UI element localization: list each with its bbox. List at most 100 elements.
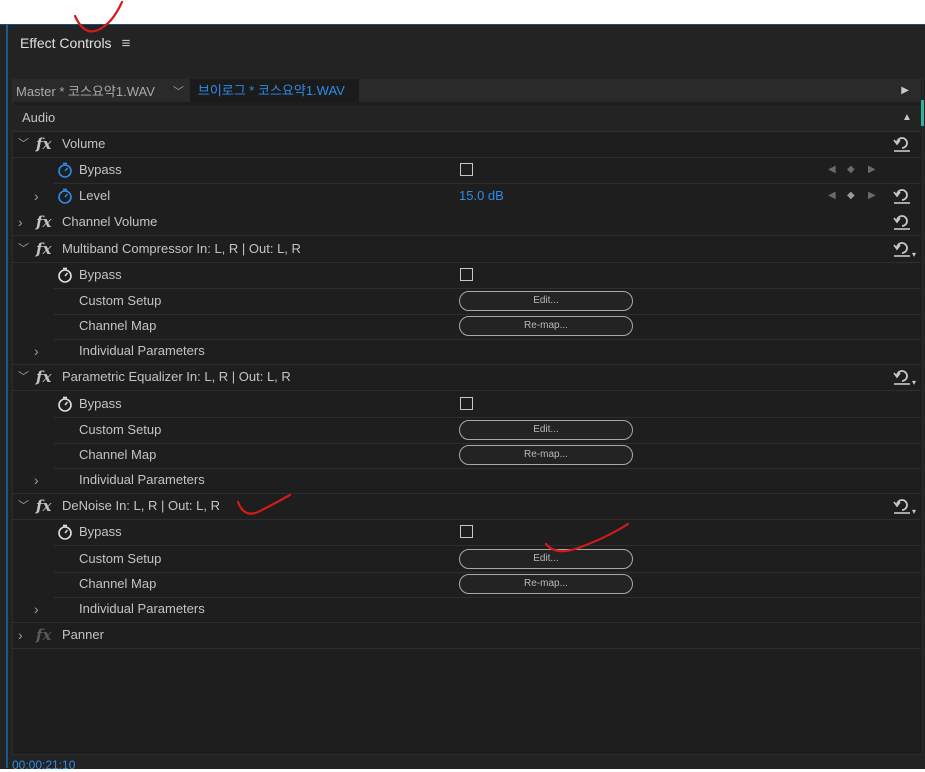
effect-name: Multiband Compressor In: L, R | Out: L, … [62,241,301,256]
scroll-indicator [921,100,924,126]
param-individual-parameters: › Individual Parameters [12,467,921,494]
effect-panner[interactable]: › fx Panner [12,622,921,649]
collapse-icon[interactable]: ﹀ [18,131,29,157]
expand-icon[interactable]: › [34,338,39,364]
reset-parameter-icon[interactable] [892,187,912,205]
param-level: › Level 15.0 dB ◀ ◆ ▶ [12,183,921,209]
param-label: Individual Parameters [79,472,205,487]
reset-dropdown-icon[interactable]: ▾ [912,250,916,259]
section-audio: Audio ▲ [12,105,921,132]
edit-button[interactable]: Edit... [459,549,633,569]
panel-menu-icon[interactable]: ≡ [122,35,131,52]
bypass-checkbox[interactable] [460,268,473,281]
param-label: Bypass [79,267,122,282]
param-individual-parameters: › Individual Parameters [12,596,921,623]
param-label: Channel Map [79,318,157,333]
show-timeline-icon[interactable]: ▶ [901,85,909,96]
param-custom-setup: Custom Setup Edit... [12,546,921,573]
effect-name: DeNoise In: L, R | Out: L, R [62,498,220,513]
panel-header: Effect Controls ≡ [20,33,130,53]
level-value[interactable]: 15.0 dB [459,183,504,209]
effect-name: Channel Volume [62,214,158,229]
prev-keyframe-icon[interactable]: ◀ [828,157,836,183]
effect-name: Parametric Equalizer In: L, R | Out: L, … [62,369,291,384]
effect-multiband-compressor[interactable]: ﹀ fx Multiband Compressor In: L, R | Out… [12,236,921,263]
effect-denoise[interactable]: ﹀ fx DeNoise In: L, R | Out: L, R ▾ [12,493,921,520]
param-label: Custom Setup [79,551,162,566]
reset-parameter-icon[interactable] [892,240,912,258]
param-label: Individual Parameters [79,343,205,358]
effect-volume[interactable]: ﹀ fx Volume [12,131,921,158]
fx-toggle-icon[interactable]: fx [36,236,51,262]
expand-icon[interactable]: › [18,622,23,648]
reset-parameter-icon[interactable] [892,497,912,515]
param-label: Individual Parameters [79,601,205,616]
param-label: Bypass [79,396,122,411]
fx-toggle-icon[interactable]: fx [36,131,51,157]
edit-button[interactable]: Edit... [459,420,633,440]
bypass-checkbox[interactable] [460,163,473,176]
expand-icon[interactable]: › [34,183,39,209]
param-custom-setup: Custom Setup Edit... [12,417,921,444]
param-bypass: Bypass [12,262,921,289]
expand-icon[interactable]: › [18,209,23,235]
reset-parameter-icon[interactable] [892,368,912,386]
next-keyframe-icon[interactable]: ▶ [868,183,876,209]
edit-button[interactable]: Edit... [459,291,633,311]
bypass-checkbox[interactable] [460,397,473,410]
param-channel-map: Channel Map Re-map... [12,313,921,340]
fx-toggle-icon[interactable]: fx [36,493,51,519]
param-label: Bypass [79,162,122,177]
fx-toggle-icon[interactable]: fx [36,364,51,390]
reset-dropdown-icon[interactable]: ▾ [912,507,916,516]
stopwatch-icon[interactable] [57,396,73,412]
fx-toggle-icon[interactable]: fx [36,622,51,648]
param-channel-map: Channel Map Re-map... [12,571,921,598]
tab-sequence-clip[interactable]: 브이로그 * 코스요약1.WAV [189,79,359,102]
section-audio-label: Audio [22,110,56,125]
param-label: Custom Setup [79,422,162,437]
stopwatch-icon[interactable] [57,267,73,283]
stopwatch-icon[interactable] [57,162,73,178]
bypass-checkbox[interactable] [460,525,473,538]
reset-parameter-icon[interactable] [892,213,912,231]
collapse-icon[interactable]: ﹀ [18,364,29,390]
scroll-up-icon[interactable]: ▲ [902,105,912,131]
param-custom-setup: Custom Setup Edit... [12,288,921,315]
expand-icon[interactable]: › [34,596,39,622]
reset-parameter-icon[interactable] [892,135,912,153]
param-label: Custom Setup [79,293,162,308]
add-keyframe-icon[interactable]: ◆ [847,183,855,209]
remap-button[interactable]: Re-map... [459,445,633,465]
effect-parametric-equalizer[interactable]: ﹀ fx Parametric Equalizer In: L, R | Out… [12,364,921,391]
playhead-timecode[interactable]: 00:00:21:10 [12,758,75,772]
expand-icon[interactable]: › [34,467,39,493]
param-label: Level [79,188,111,203]
stopwatch-icon[interactable] [57,524,73,540]
clip-dropdown-icon[interactable]: ﹀ [173,83,184,99]
param-bypass: Bypass ◀ ◆ ▶ [12,157,921,184]
effect-name: Panner [62,627,104,642]
collapse-icon[interactable]: ﹀ [18,236,29,262]
effect-channel-volume[interactable]: › fx Channel Volume [12,209,921,236]
add-keyframe-icon[interactable]: ◆ [847,157,855,183]
remap-button[interactable]: Re-map... [459,316,633,336]
param-bypass: Bypass [12,519,921,546]
param-bypass: Bypass [12,391,921,418]
param-label: Bypass [79,524,122,539]
collapse-icon[interactable]: ﹀ [18,493,29,519]
stopwatch-icon[interactable] [57,188,73,204]
effect-name: Volume [62,136,106,151]
param-label: Channel Map [79,576,157,591]
reset-dropdown-icon[interactable]: ▾ [912,378,916,387]
panel-title[interactable]: Effect Controls [20,35,112,51]
remap-button[interactable]: Re-map... [459,574,633,594]
panel-focus-indicator [6,24,8,768]
next-keyframe-icon[interactable]: ▶ [868,157,876,183]
clip-tab-bar: Master * 코스요약1.WAV ﹀ 브이로그 * 코스요약1.WAV ▶ [12,79,921,102]
param-channel-map: Channel Map Re-map... [12,442,921,469]
fx-toggle-icon[interactable]: fx [36,209,51,235]
param-individual-parameters: › Individual Parameters [12,338,921,365]
prev-keyframe-icon[interactable]: ◀ [828,183,836,209]
tab-master-clip[interactable]: Master * 코스요약1.WAV [12,81,155,100]
